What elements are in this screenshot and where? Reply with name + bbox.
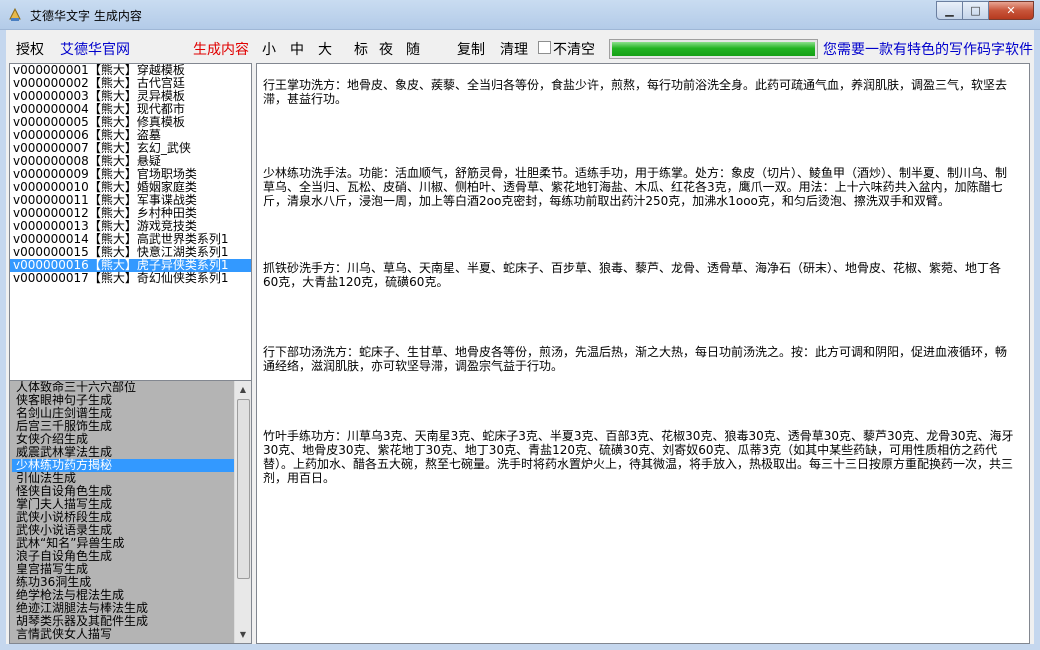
no-clear-checkbox[interactable] [538, 41, 551, 54]
progress-bar [609, 39, 818, 59]
maximize-button[interactable]: □ [963, 1, 989, 20]
scroll-thumb[interactable] [237, 399, 250, 579]
template-list-item[interactable]: v000000017【熊大】奇幻仙侠类系列1 [10, 272, 251, 285]
window-frame: 授权 艾德华官网 生成内容 小 中 大 标 夜 随 复制 清理 不清空 您需要一… [0, 30, 1040, 650]
content-paragraph: 抓铁砂洗手方：川乌、草乌、天南星、半夏、蛇床子、百步草、狼毒、藜芦、龙骨、透骨草… [263, 261, 1002, 289]
minimize-button[interactable]: ▁ [936, 1, 963, 20]
mark-button[interactable]: 标 [354, 39, 368, 59]
title-bar: 艾德华文字 生成内容 ▁ □ ✕ [0, 0, 1040, 30]
maximize-icon: □ [970, 4, 981, 17]
font-small-button[interactable]: 小 [262, 39, 276, 59]
scroll-down-icon[interactable]: ▼ [235, 626, 251, 643]
template-list[interactable]: v000000001【熊大】穿越模板 v000000002【熊大】古代宫廷 v000… [9, 63, 252, 381]
copy-button[interactable]: 复制 [457, 39, 485, 59]
template-rows: v000000001【熊大】穿越模板 v000000002【熊大】古代宫廷 v000… [10, 64, 251, 285]
content-paragraph: 少林练功洗手法。功能：活血顺气，舒筋灵骨，壮胆柔节。适练手功，用于练掌。处方：象… [263, 166, 1008, 208]
generator-list[interactable]: 人体致命三十六穴部位 侠客眼神句子生成 名剑山庄剑谱生成 后宫三千服饰生成 女侠介绍生成… [9, 380, 252, 644]
no-clear-label: 不清空 [553, 42, 595, 58]
close-icon: ✕ [1006, 4, 1016, 17]
font-medium-button[interactable]: 中 [290, 39, 304, 59]
content-paragraph: 竹叶手练功方：川草乌3克、天南星3克、蛇床子3克、半夏3克、百部3克、花椒30克… [263, 429, 1014, 485]
content-paragraph: 行下部功汤洗方：蛇床子、生甘草、地骨皮各等份，煎汤，先温后热，渐之大热，每日功前… [263, 345, 1008, 373]
content-paragraph: 行王掌功洗方：地骨皮、象皮、蒺藜、全当归各等份，食盐少许，煎熬，每行功前浴洗全身… [263, 78, 1008, 106]
generator-rows: 人体致命三十六穴部位 侠客眼神句子生成 名剑山庄剑谱生成 后宫三千服饰生成 女侠介绍生成… [12, 381, 237, 641]
minimize-icon: ▁ [945, 4, 954, 17]
night-mode-button[interactable]: 夜 [379, 39, 393, 59]
ad-link[interactable]: 您需要一款有特色的写作码字软件 [823, 39, 1033, 59]
generator-scrollbar[interactable]: ▲ ▼ [234, 381, 251, 643]
generator-list-item[interactable]: 言情武侠女人描写 [12, 628, 237, 641]
auth-button[interactable]: 授权 [16, 39, 44, 59]
content-area[interactable]: 行王掌功洗方：地骨皮、象皮、蒺藜、全当归各等份，食盐少许，煎熬，每行功前浴洗全身… [256, 63, 1030, 644]
toolbar: 授权 艾德华官网 生成内容 小 中 大 标 夜 随 复制 清理 不清空 您需要一… [6, 30, 1034, 62]
scroll-up-icon[interactable]: ▲ [235, 381, 251, 398]
generate-button[interactable]: 生成内容 [193, 39, 249, 59]
official-site-link[interactable]: 艾德华官网 [60, 39, 130, 59]
close-button[interactable]: ✕ [989, 1, 1034, 20]
window-title: 艾德华文字 生成内容 [30, 9, 142, 23]
random-button[interactable]: 随 [406, 39, 420, 59]
font-large-button[interactable]: 大 [318, 39, 332, 59]
clear-button[interactable]: 清理 [500, 39, 528, 59]
app-icon [9, 7, 21, 21]
progress-fill [612, 42, 815, 56]
